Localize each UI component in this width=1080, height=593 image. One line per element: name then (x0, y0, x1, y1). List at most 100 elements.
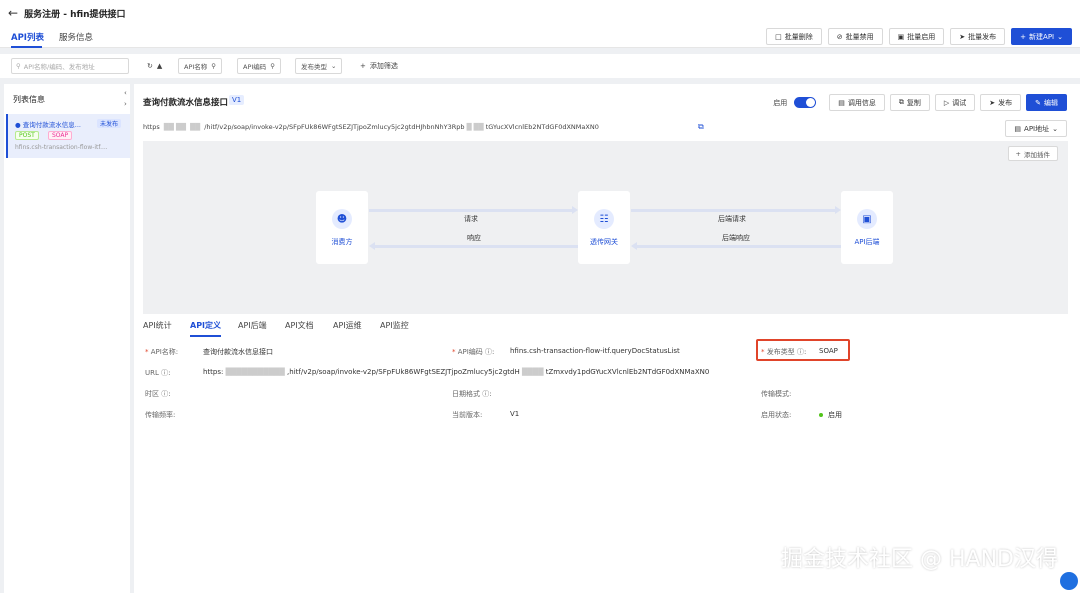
backend-response-arrow (631, 242, 841, 250)
batch-publish-button[interactable]: ➤ 批量发布 (950, 28, 1006, 45)
refresh-controls: ↻ ▲ (147, 58, 162, 74)
method-tag: POST (15, 131, 39, 140)
list-item-name: ● 查询付款流水信息... (15, 121, 81, 129)
batch-toolbar: □ 批量删除 ⊘ 批量禁用 ▣ 批量启用 ➤ 批量发布 + 新建API ⌄ (766, 28, 1072, 45)
new-api-button[interactable]: + 新建API ⌄ (1011, 28, 1072, 45)
api-name-label: * API名称: (145, 348, 179, 356)
back-arrow-icon[interactable]: ← (8, 6, 18, 20)
flow-node-gateway[interactable]: ☷ 透传网关 (578, 191, 630, 264)
list-item[interactable]: ● 查询付款流水信息... 未发布 POST SOAP hfins.csh-tr… (6, 114, 130, 158)
tab-service-info[interactable]: 服务信息 (59, 31, 93, 43)
trash-icon: □ (775, 32, 782, 41)
users-icon: ☻ (332, 209, 352, 229)
copy-button[interactable]: ⧉ 复制 (889, 94, 930, 111)
publish-button[interactable]: ➤ 发布 (980, 94, 1022, 111)
date-format-label: 日期格式 ⓘ: (452, 390, 492, 398)
tab-api-backend[interactable]: API后端 (238, 320, 267, 331)
search-icon: ⚲ (16, 62, 21, 70)
add-filter-button[interactable]: + 添加筛选 (360, 58, 398, 74)
enable-label: 启用 (773, 98, 788, 107)
collapse-toggle-icon[interactable]: ‹ › (124, 88, 127, 110)
url-value: https: ███████████ ,hitf/v2p/soap/invoke… (203, 368, 710, 376)
edit-button[interactable]: ✎ 编辑 (1026, 94, 1067, 111)
url-label: URL ⓘ: (145, 369, 171, 377)
enable-icon: ▣ (897, 32, 905, 41)
publish-type-value: SOAP (819, 347, 838, 355)
current-version-value: V1 (510, 410, 520, 418)
page-title: 服务注册 - hfin提供接口 (24, 9, 126, 20)
protocol-tag: SOAP (48, 131, 73, 140)
status-badge: 未发布 (97, 119, 122, 128)
api-code-value: hfins.csh-transaction-flow-itf.queryDocS… (510, 347, 680, 355)
chevron-down-icon: ⌄ (1052, 124, 1058, 133)
document-icon: ▤ (1014, 124, 1022, 133)
response-label: 响应 (467, 234, 481, 242)
transfer-freq-label: 传输频率: (145, 411, 176, 419)
plus-icon: + (1015, 149, 1021, 158)
document-icon: ▤ (838, 98, 845, 107)
active-detail-tab-indicator (190, 335, 221, 337)
chat-bubble-icon[interactable] (1060, 572, 1078, 590)
flow-canvas: + 添加插件 ☻ 消费方 ☷ 透传网关 ▣ API后端 请求 响应 后端请求 后端… (143, 141, 1068, 314)
tab-api-docs[interactable]: API文档 (285, 320, 314, 331)
timezone-label: 时区 ⓘ: (145, 390, 171, 398)
transfer-mode-label: 传输模式: (761, 390, 792, 398)
status-dot (819, 413, 823, 417)
backend-response-label: 后端响应 (722, 234, 750, 242)
tab-api-definition[interactable]: API定义 (190, 320, 221, 331)
request-label: 请求 (464, 215, 478, 223)
backend-request-arrow (631, 206, 841, 214)
filter-publish-type[interactable]: 发布类型 ⌄ (295, 58, 343, 74)
batch-enable-button[interactable]: ▣ 批量启用 (888, 28, 945, 45)
api-title: 查询付款流水信息接口 (143, 98, 229, 108)
filter-api-code[interactable]: API编码 ⚲ (237, 58, 282, 74)
gateway-icon: ☷ (594, 209, 614, 229)
play-icon: ▷ (943, 98, 950, 107)
sidebar-title: 列表信息 (13, 95, 45, 104)
add-plugin-button[interactable]: + 添加插件 (1007, 146, 1058, 161)
backend-request-label: 后端请求 (718, 215, 746, 223)
search-input[interactable]: ⚲ API名称/编码、发布地址 (11, 58, 129, 74)
chevron-down-icon: ⌄ (331, 62, 337, 70)
enable-status-value: 启用 (819, 410, 842, 420)
active-tab-indicator (11, 46, 42, 48)
sidebar: 列表信息 ‹ › ● 查询付款流水信息... 未发布 POST SOAP hfin… (4, 84, 130, 593)
tab-api-list[interactable]: API列表 (11, 31, 44, 43)
tab-api-ops[interactable]: API运维 (333, 320, 362, 331)
api-code-label: * API编码 ⓘ: (452, 348, 495, 356)
refresh-icon[interactable]: ↻ (147, 62, 153, 70)
version-badge: V1 (229, 95, 245, 105)
top-bar: ← 服务注册 - hfin提供接口 (0, 0, 1080, 26)
debug-button[interactable]: ▷ 调试 (934, 94, 976, 111)
response-arrow (369, 242, 578, 250)
edit-icon: ✎ (1035, 98, 1041, 107)
api-name-value: 查询付款流水信息接口 (203, 348, 273, 356)
copy-url-icon[interactable]: ⧉ (698, 122, 704, 132)
search-icon: ⚲ (270, 62, 276, 70)
call-info-button[interactable]: ▤ 调用信息 (829, 94, 885, 111)
tab-api-stats[interactable]: API统计 (143, 320, 172, 331)
request-arrow (369, 206, 578, 214)
enable-toggle[interactable] (794, 97, 817, 108)
filter-bar: ⚲ API名称/编码、发布地址 ↻ ▲ API名称 ⚲ API编码 ⚲ 发布类型 ⌄ … (0, 54, 1080, 78)
flow-node-backend[interactable]: ▣ API后端 (841, 191, 893, 264)
detail-panel: 查询付款流水信息接口 V1 启用 ▤ 调用信息 ⧉ 复制 ▷ 调试 ➤ 发布 ✎ 编辑 h… (134, 84, 1080, 593)
send-icon: ➤ (959, 32, 966, 41)
batch-disable-button[interactable]: ⊘ 批量禁用 (827, 28, 883, 45)
plus-icon: + (1020, 32, 1027, 41)
copy-icon: ⧉ (898, 98, 904, 106)
search-icon: ⚲ (211, 62, 217, 70)
api-address-dropdown[interactable]: ▤ API地址 ⌄ (1005, 120, 1067, 137)
batch-delete-button[interactable]: □ 批量删除 (766, 28, 822, 45)
chevron-down-icon: ⌄ (1057, 32, 1063, 41)
tab-api-monitor[interactable]: API监控 (380, 320, 409, 331)
api-url: https ██ ██ ██ /hitf/v2p/soap/invoke-v2p… (143, 123, 599, 131)
disable-icon: ⊘ (836, 32, 843, 41)
list-item-code: hfins.csh-transaction-flow-itf.... (15, 144, 108, 151)
detail-actions: 启用 ▤ 调用信息 ⧉ 复制 ▷ 调试 ➤ 发布 ✎ 编辑 (773, 94, 1067, 111)
filter-api-name[interactable]: API名称 ⚲ (178, 58, 223, 74)
flow-node-consumer[interactable]: ☻ 消费方 (316, 191, 368, 264)
backend-icon: ▣ (857, 209, 877, 229)
caret-up-icon[interactable]: ▲ (157, 62, 162, 70)
publish-type-label: * 发布类型 ⓘ: (761, 348, 807, 356)
